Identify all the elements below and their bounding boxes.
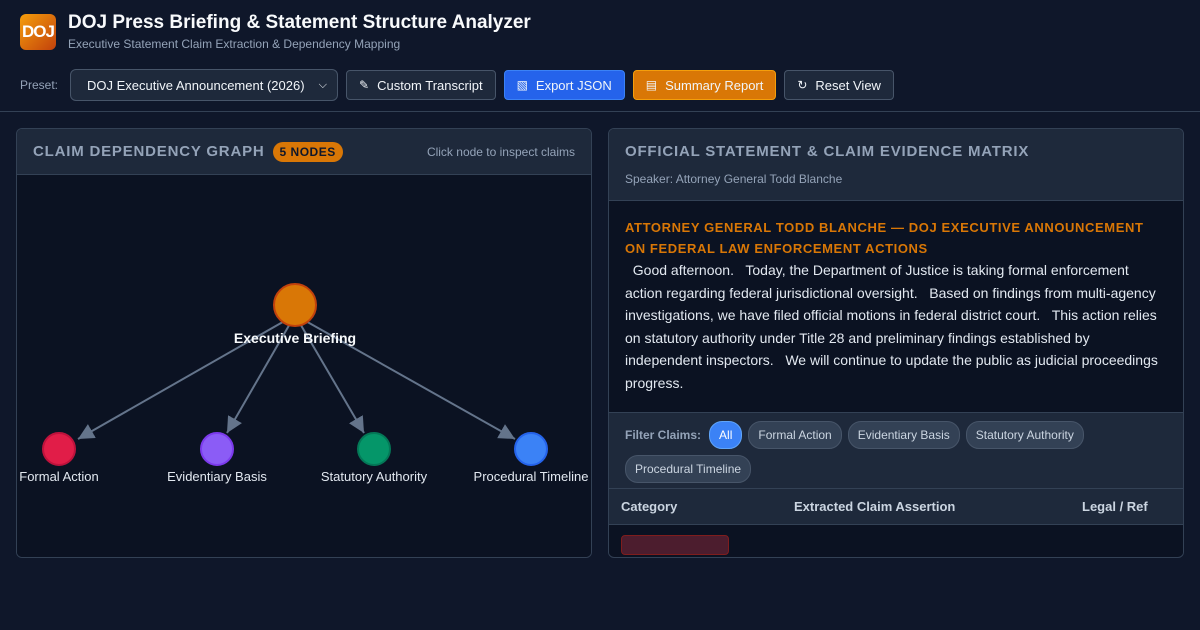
preset-select-value: DOJ Executive Announcement (2026) [87,77,305,93]
category-pill [621,535,729,555]
filter-chip-all[interactable]: All [709,421,743,449]
node-formal-action[interactable] [42,432,76,466]
export-json-label: Export JSON [535,77,612,93]
toolbar: Preset: DOJ Executive Announcement (2026… [20,69,1180,101]
summary-report-button[interactable]: ▤ Summary Report [632,70,777,100]
reset-view-label: Reset View [815,77,881,93]
chevron-down-icon: ⌵ [318,78,328,91]
document-icon: ▤ [645,78,658,92]
filter-chip-formal-action[interactable]: Formal Action [748,421,842,449]
app-header: DOJ DOJ Press Briefing & Statement Struc… [0,0,1200,112]
node-executive-briefing[interactable] [273,283,317,327]
node-evidentiary-basis[interactable] [200,432,234,466]
app-title: DOJ Press Briefing & Statement Structure… [68,12,531,33]
app-subtitle: Executive Statement Claim Extraction & D… [68,37,401,51]
statement-heading: ATTORNEY GENERAL TODD BLANCHE — DOJ EXEC… [625,220,1144,256]
preset-label: Preset: [20,78,59,92]
statement-panel: OFFICIAL STATEMENT & CLAIM EVIDENCE MATR… [608,128,1184,558]
statement-panel-title: OFFICIAL STATEMENT & CLAIM EVIDENCE MATR… [625,143,1030,160]
node-label-statutory-authority: Statutory Authority [321,469,428,484]
claims-table-header: Category Extracted Claim Assertion Legal… [609,489,1183,525]
node-label-procedural-timeline: Procedural Timeline [474,469,589,484]
reset-view-button[interactable]: ↻ Reset View [784,70,894,100]
statement-panel-header: OFFICIAL STATEMENT & CLAIM EVIDENCE MATR… [609,129,1183,201]
custom-transcript-button[interactable]: ✎ Custom Transcript [346,70,496,100]
graph-panel-header: CLAIM DEPENDENCY GRAPH 5 NODES Click nod… [17,129,591,175]
summary-report-label: Summary Report [665,77,764,93]
statement-body: Good afternoon. Today, the Department of… [625,259,1167,394]
graph-hint: Click node to inspect claims [426,144,575,159]
filter-chip-evidentiary-basis[interactable]: Evidentiary Basis [847,421,960,449]
floppy-disk-icon: ▧ [516,78,528,92]
preset-select[interactable]: DOJ Executive Announcement (2026) ⌵ [70,69,339,101]
graph-panel: CLAIM DEPENDENCY GRAPH 5 NODES Click nod… [16,128,592,558]
speaker-label: Speaker: Attorney General Todd Blanche [625,172,843,186]
node-statutory-authority[interactable] [357,432,391,466]
graph-panel-title: CLAIM DEPENDENCY GRAPH [33,143,265,160]
claim-filters: Filter Claims: All Formal Action Evident… [609,413,1183,489]
node-label-formal-action: Formal Action [19,469,98,484]
doj-logo: DOJ [20,14,56,50]
custom-transcript-label: Custom Transcript [377,77,483,93]
node-label-executive-briefing: Executive Briefing [234,330,356,346]
export-json-button[interactable]: ▧ Export JSON [503,70,625,100]
filter-chip-procedural-timeline[interactable]: Procedural Timeline [625,455,752,483]
filter-chip-statutory-authority[interactable]: Statutory Authority [965,421,1084,449]
statement-body-text: Good afternoon. Today, the Department of… [625,262,1162,391]
column-header-category[interactable]: Category [609,499,794,514]
dependency-graph: Executive Briefing Formal Action Evident… [17,175,591,557]
graph-svg: Executive Briefing Formal Action Evident… [19,283,589,484]
column-header-legal-ref[interactable]: Legal / Ref [1082,499,1148,514]
table-row[interactable] [609,525,1183,555]
refresh-icon: ↻ [797,78,808,92]
node-procedural-timeline[interactable] [514,432,548,466]
column-header-claim[interactable]: Extracted Claim Assertion [794,499,1082,514]
statement-text-area: ATTORNEY GENERAL TODD BLANCHE — DOJ EXEC… [609,201,1183,413]
pencil-icon: ✎ [359,78,370,92]
node-count-badge: 5 NODES [272,141,343,162]
node-label-evidentiary-basis: Evidentiary Basis [167,469,267,484]
filter-label: Filter Claims: [625,428,702,442]
